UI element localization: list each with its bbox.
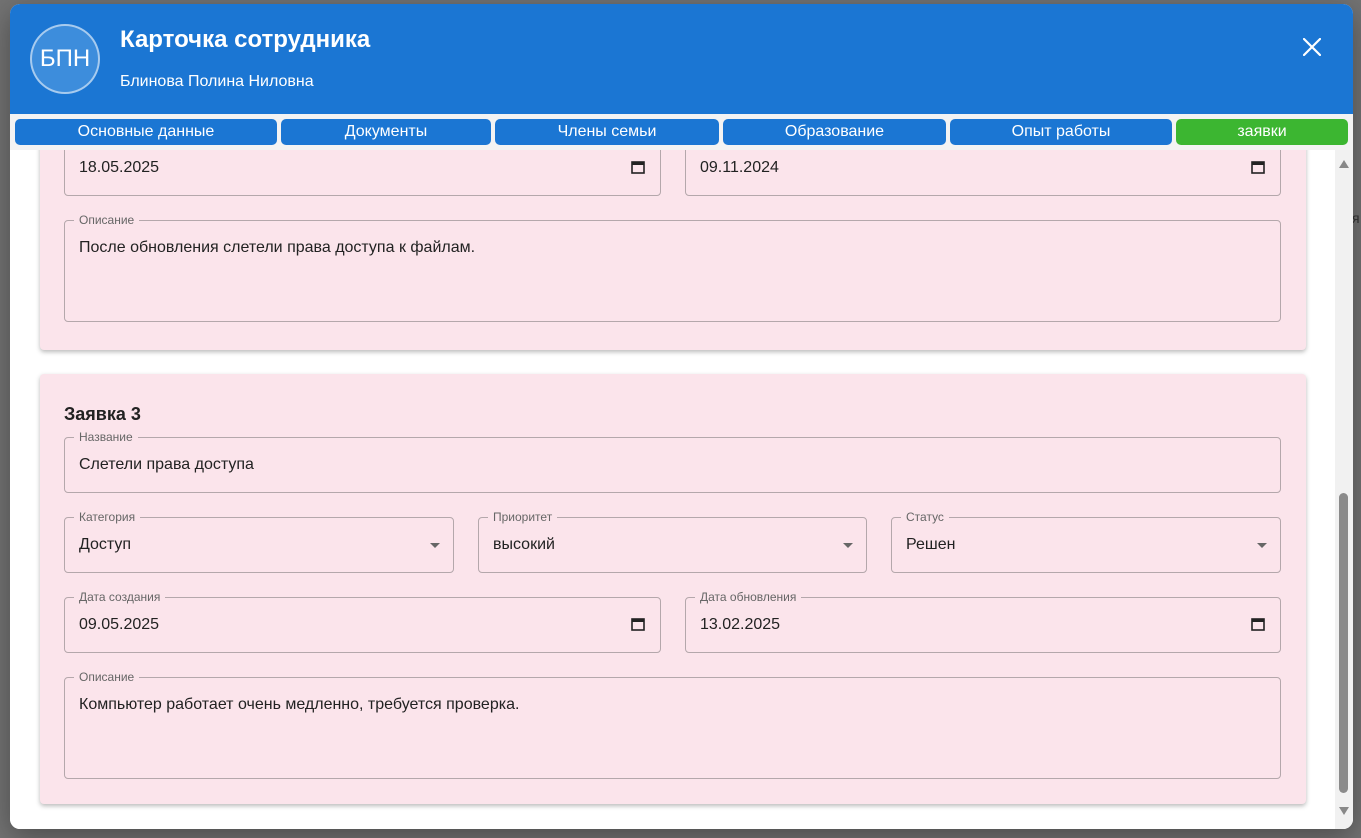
request-title: Заявка 3 [64,404,141,424]
calendar-icon[interactable] [1250,616,1266,632]
chevron-down-icon [843,543,853,548]
status-select[interactable]: Статус Решен [891,510,1281,573]
tab-experience[interactable]: Опыт работы [950,119,1172,145]
scrollbar-thumb[interactable] [1339,493,1348,793]
updated-date-label: Дата обновления [695,590,802,604]
priority-label: Приоритет [488,510,558,524]
updated-date-field[interactable]: 09.11.2024 [685,150,1281,196]
calendar-icon[interactable] [630,159,646,175]
scroll-up-icon[interactable] [1339,160,1349,168]
employee-name: Блинова Полина Ниловна [120,73,314,90]
updated-date-value: 09.11.2024 [700,159,779,176]
scroll-down-icon[interactable] [1339,807,1349,815]
close-icon [1303,38,1321,56]
updated-date-value: 13.02.2025 [700,616,781,633]
request-card-3: Заявка 3 Название Слетели права доступа … [40,374,1306,804]
description-value: После обновления слетели права доступа к… [79,239,476,256]
description-field[interactable]: Описание После обновления слетели права … [64,213,1281,322]
name-value: Слетели права доступа [79,456,254,473]
description-label: Описание [74,670,140,684]
tab-documents[interactable]: Документы [281,119,491,145]
description-label: Описание [74,213,140,227]
created-date-label: Дата создания [74,590,166,604]
category-value: Доступ [79,536,132,553]
updated-date-field[interactable]: Дата обновления 13.02.2025 [685,590,1281,653]
tab-requests[interactable]: заявки [1176,119,1348,145]
category-select[interactable]: Категория Доступ [64,510,454,573]
created-date-field[interactable]: 18.05.2025 [64,150,661,196]
dialog-header: БПН Карточка сотрудника Блинова Полина Н… [10,4,1353,114]
close-button[interactable] [1296,31,1328,63]
description-field[interactable]: Описание Компьютер работает очень медлен… [64,670,1281,779]
created-date-field[interactable]: Дата создания 09.05.2025 [64,590,661,653]
category-label: Категория [74,510,141,524]
dialog-title: Карточка сотрудника [120,26,371,53]
description-value: Компьютер работает очень медленно, требу… [79,696,520,713]
status-value: Решен [906,536,956,553]
name-label: Название [74,430,138,444]
status-label: Статус [901,510,949,524]
priority-value: высокий [493,536,555,553]
tab-education[interactable]: Образование [723,119,946,145]
employee-card-dialog: БПН Карточка сотрудника Блинова Полина Н… [10,4,1353,829]
content-area: 18.05.2025 09.11.2024 Описание После обн… [10,150,1353,829]
tab-main-data[interactable]: Основные данные [15,119,277,145]
tab-bar: Основные данные Документы Члены семьи Об… [10,114,1353,150]
vertical-scrollbar[interactable] [1335,150,1353,829]
calendar-icon[interactable] [1250,159,1266,175]
chevron-down-icon [1257,543,1267,548]
backdrop-text: я [1352,210,1360,226]
name-field[interactable]: Название Слетели права доступа [64,430,1281,493]
priority-select[interactable]: Приоритет высокий [478,510,867,573]
calendar-icon[interactable] [630,616,646,632]
avatar: БПН [30,24,100,94]
tab-family[interactable]: Члены семьи [495,119,719,145]
request-card-prev: 18.05.2025 09.11.2024 Описание После обн… [40,150,1306,350]
chevron-down-icon [430,543,440,548]
created-date-value: 09.05.2025 [79,616,160,633]
created-date-value: 18.05.2025 [79,159,160,176]
